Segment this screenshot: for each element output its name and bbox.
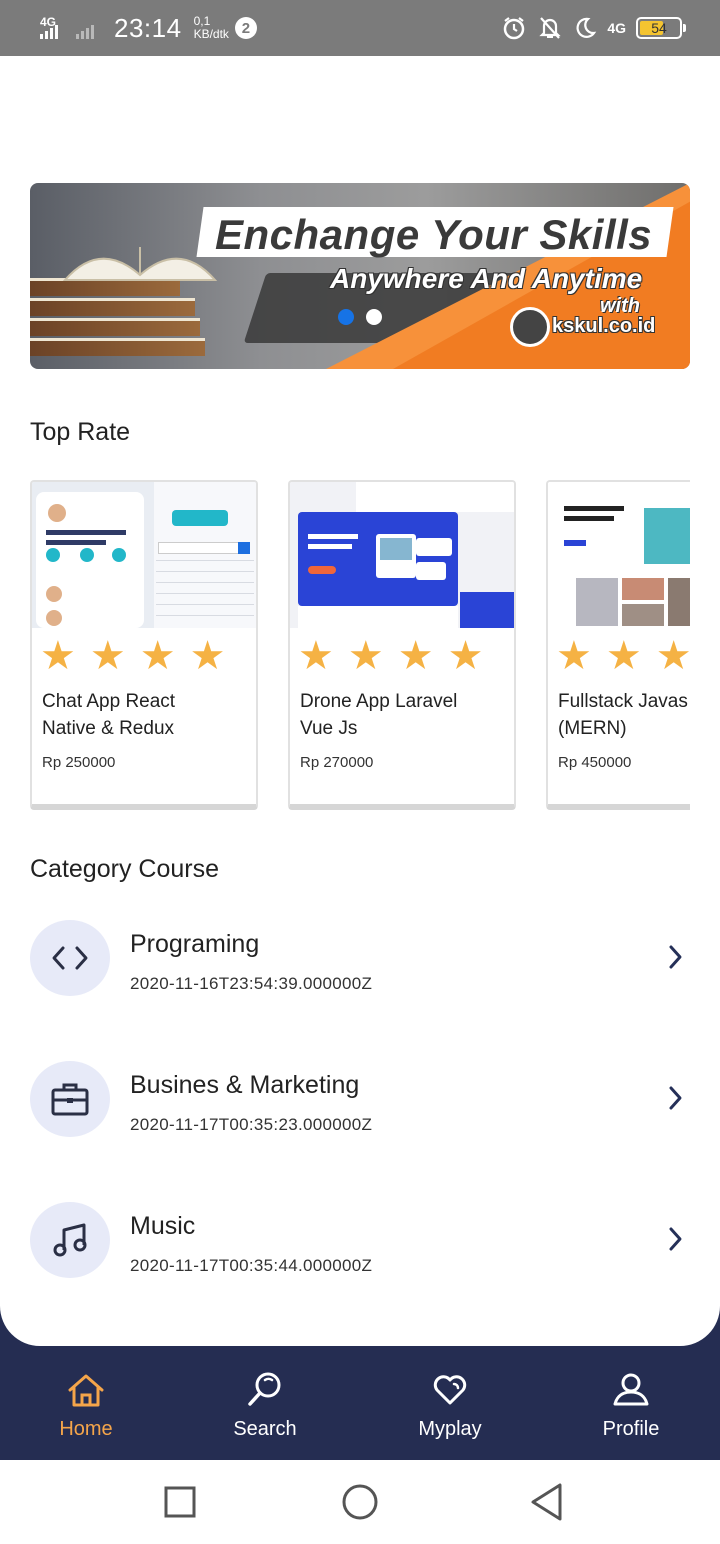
star-icon: ★: [605, 634, 642, 678]
star-icon: ★: [298, 634, 334, 678]
category-date: 2020-11-16T23:54:39.000000Z: [130, 974, 373, 993]
nav-home[interactable]: Home: [46, 1346, 126, 1460]
books-illustration: [30, 278, 210, 369]
category-date: 2020-11-17T00:35:44.000000Z: [130, 1256, 373, 1275]
nav-myplay[interactable]: Myplay: [405, 1346, 495, 1460]
back-triangle-icon[interactable]: [528, 1482, 568, 1522]
moon-icon: [576, 17, 597, 38]
mute-bell-icon: [539, 17, 561, 39]
promo-banner[interactable]: Enchange Your Skills Anywhere And Anytim…: [30, 183, 690, 369]
main-content: Enchange Your Skills Anywhere And Anytim…: [0, 56, 720, 1346]
brand-logo-icon: [510, 307, 550, 347]
heart-icon: [433, 1375, 467, 1405]
category-item-programing[interactable]: Programing 2020-11-16T23:54:39.000000Z: [30, 920, 690, 1000]
chevron-right-icon[interactable]: [668, 944, 684, 970]
briefcase-icon: [30, 1061, 110, 1137]
course-card[interactable]: ★ ★ ★ ★ Drone App Laravel Vue Js Rp 2700…: [288, 480, 516, 810]
star-icon: ★: [556, 634, 592, 678]
star-icon: ★: [89, 634, 126, 678]
battery-level: 54: [651, 20, 667, 36]
course-thumbnail-mern: [548, 482, 690, 628]
star-icon: ★: [655, 634, 690, 678]
nav-label: Profile: [602, 1418, 660, 1440]
course-card[interactable]: ★ ★ ★ ★ Fullstack Javas (MERN) Rp 450000: [546, 480, 690, 810]
star-icon: ★: [139, 634, 176, 678]
banner-brand: kskul.co.id: [552, 315, 656, 337]
rating-stars: ★ ★ ★ ★: [298, 634, 483, 678]
carousel-dots: [338, 309, 382, 325]
nav-profile[interactable]: Profile: [586, 1346, 676, 1460]
carousel-dot-1[interactable]: [338, 309, 354, 325]
carousel-dot-2[interactable]: [366, 309, 382, 325]
bottom-navigation: Home Search Myplay Profile: [0, 1346, 720, 1460]
home-circle-icon[interactable]: [340, 1482, 380, 1522]
nav-search[interactable]: Search: [220, 1346, 310, 1460]
course-thumbnail-drone-app: [290, 482, 514, 628]
rating-stars: ★ ★ ★ ★: [40, 634, 225, 678]
signal-icon: 4G: [38, 13, 68, 43]
status-bar: 4G 23:14 0,1 KB/dtk 2 4G 54: [0, 0, 720, 56]
course-thumbnail-chat-app: [32, 482, 256, 628]
music-note-icon: [30, 1202, 110, 1278]
star-icon: ★: [447, 634, 484, 678]
top-rate-carousel[interactable]: ★ ★ ★ ★ Chat App React Native & Redux Rp…: [30, 480, 690, 812]
category-heading: Category Course: [30, 855, 219, 883]
rating-stars: ★ ★ ★ ★: [556, 634, 690, 678]
star-icon: ★: [397, 634, 434, 678]
clock: 23:14: [114, 12, 182, 43]
star-icon: ★: [347, 634, 384, 678]
banner-subtitle: Anywhere And Anytime: [330, 263, 643, 294]
category-item-busines-marketing[interactable]: Busines & Marketing 2020-11-17T00:35:23.…: [30, 1061, 690, 1141]
open-book-illustration: [62, 247, 218, 281]
star-icon: ★: [40, 634, 76, 678]
banner-title: Enchange Your Skills: [215, 211, 653, 258]
course-title: Chat App React Native & Redux: [42, 691, 176, 739]
alarm-icon: [504, 17, 525, 40]
code-icon: [30, 920, 110, 996]
home-icon: [68, 1374, 104, 1407]
category-name: Busines & Marketing: [130, 1071, 360, 1099]
category-date: 2020-11-17T00:35:23.000000Z: [130, 1115, 373, 1134]
course-price: Rp 450000: [558, 754, 632, 771]
category-item-music[interactable]: Music 2020-11-17T00:35:44.000000Z: [30, 1202, 690, 1282]
course-title: Drone App Laravel Vue Js: [300, 691, 458, 739]
course-title: Fullstack Javas (MERN): [558, 691, 688, 739]
category-name: Programing: [130, 930, 260, 958]
chevron-right-icon[interactable]: [668, 1085, 684, 1111]
top-rate-heading: Top Rate: [30, 418, 131, 446]
network-speed: 0,1 KB/dtk: [193, 14, 229, 41]
nav-label: Home: [59, 1418, 113, 1440]
course-card[interactable]: ★ ★ ★ ★ Chat App React Native & Redux Rp…: [30, 480, 258, 810]
course-price: Rp 270000: [300, 754, 374, 771]
recents-square-icon[interactable]: [164, 1482, 196, 1522]
battery-icon: 54: [636, 17, 686, 39]
nav-label: Search: [233, 1418, 297, 1440]
user-icon: [613, 1373, 649, 1406]
signal-2-icon: [74, 13, 104, 43]
system-navigation-bar: [0, 1460, 720, 1544]
chevron-right-icon[interactable]: [668, 1226, 684, 1252]
search-icon: [248, 1372, 281, 1406]
star-icon: ★: [189, 634, 226, 678]
category-name: Music: [130, 1212, 196, 1240]
notification-count-badge: 2: [234, 17, 257, 39]
network-type-right: 4G: [607, 20, 626, 36]
course-price: Rp 250000: [42, 754, 116, 771]
nav-label: Myplay: [418, 1418, 482, 1440]
